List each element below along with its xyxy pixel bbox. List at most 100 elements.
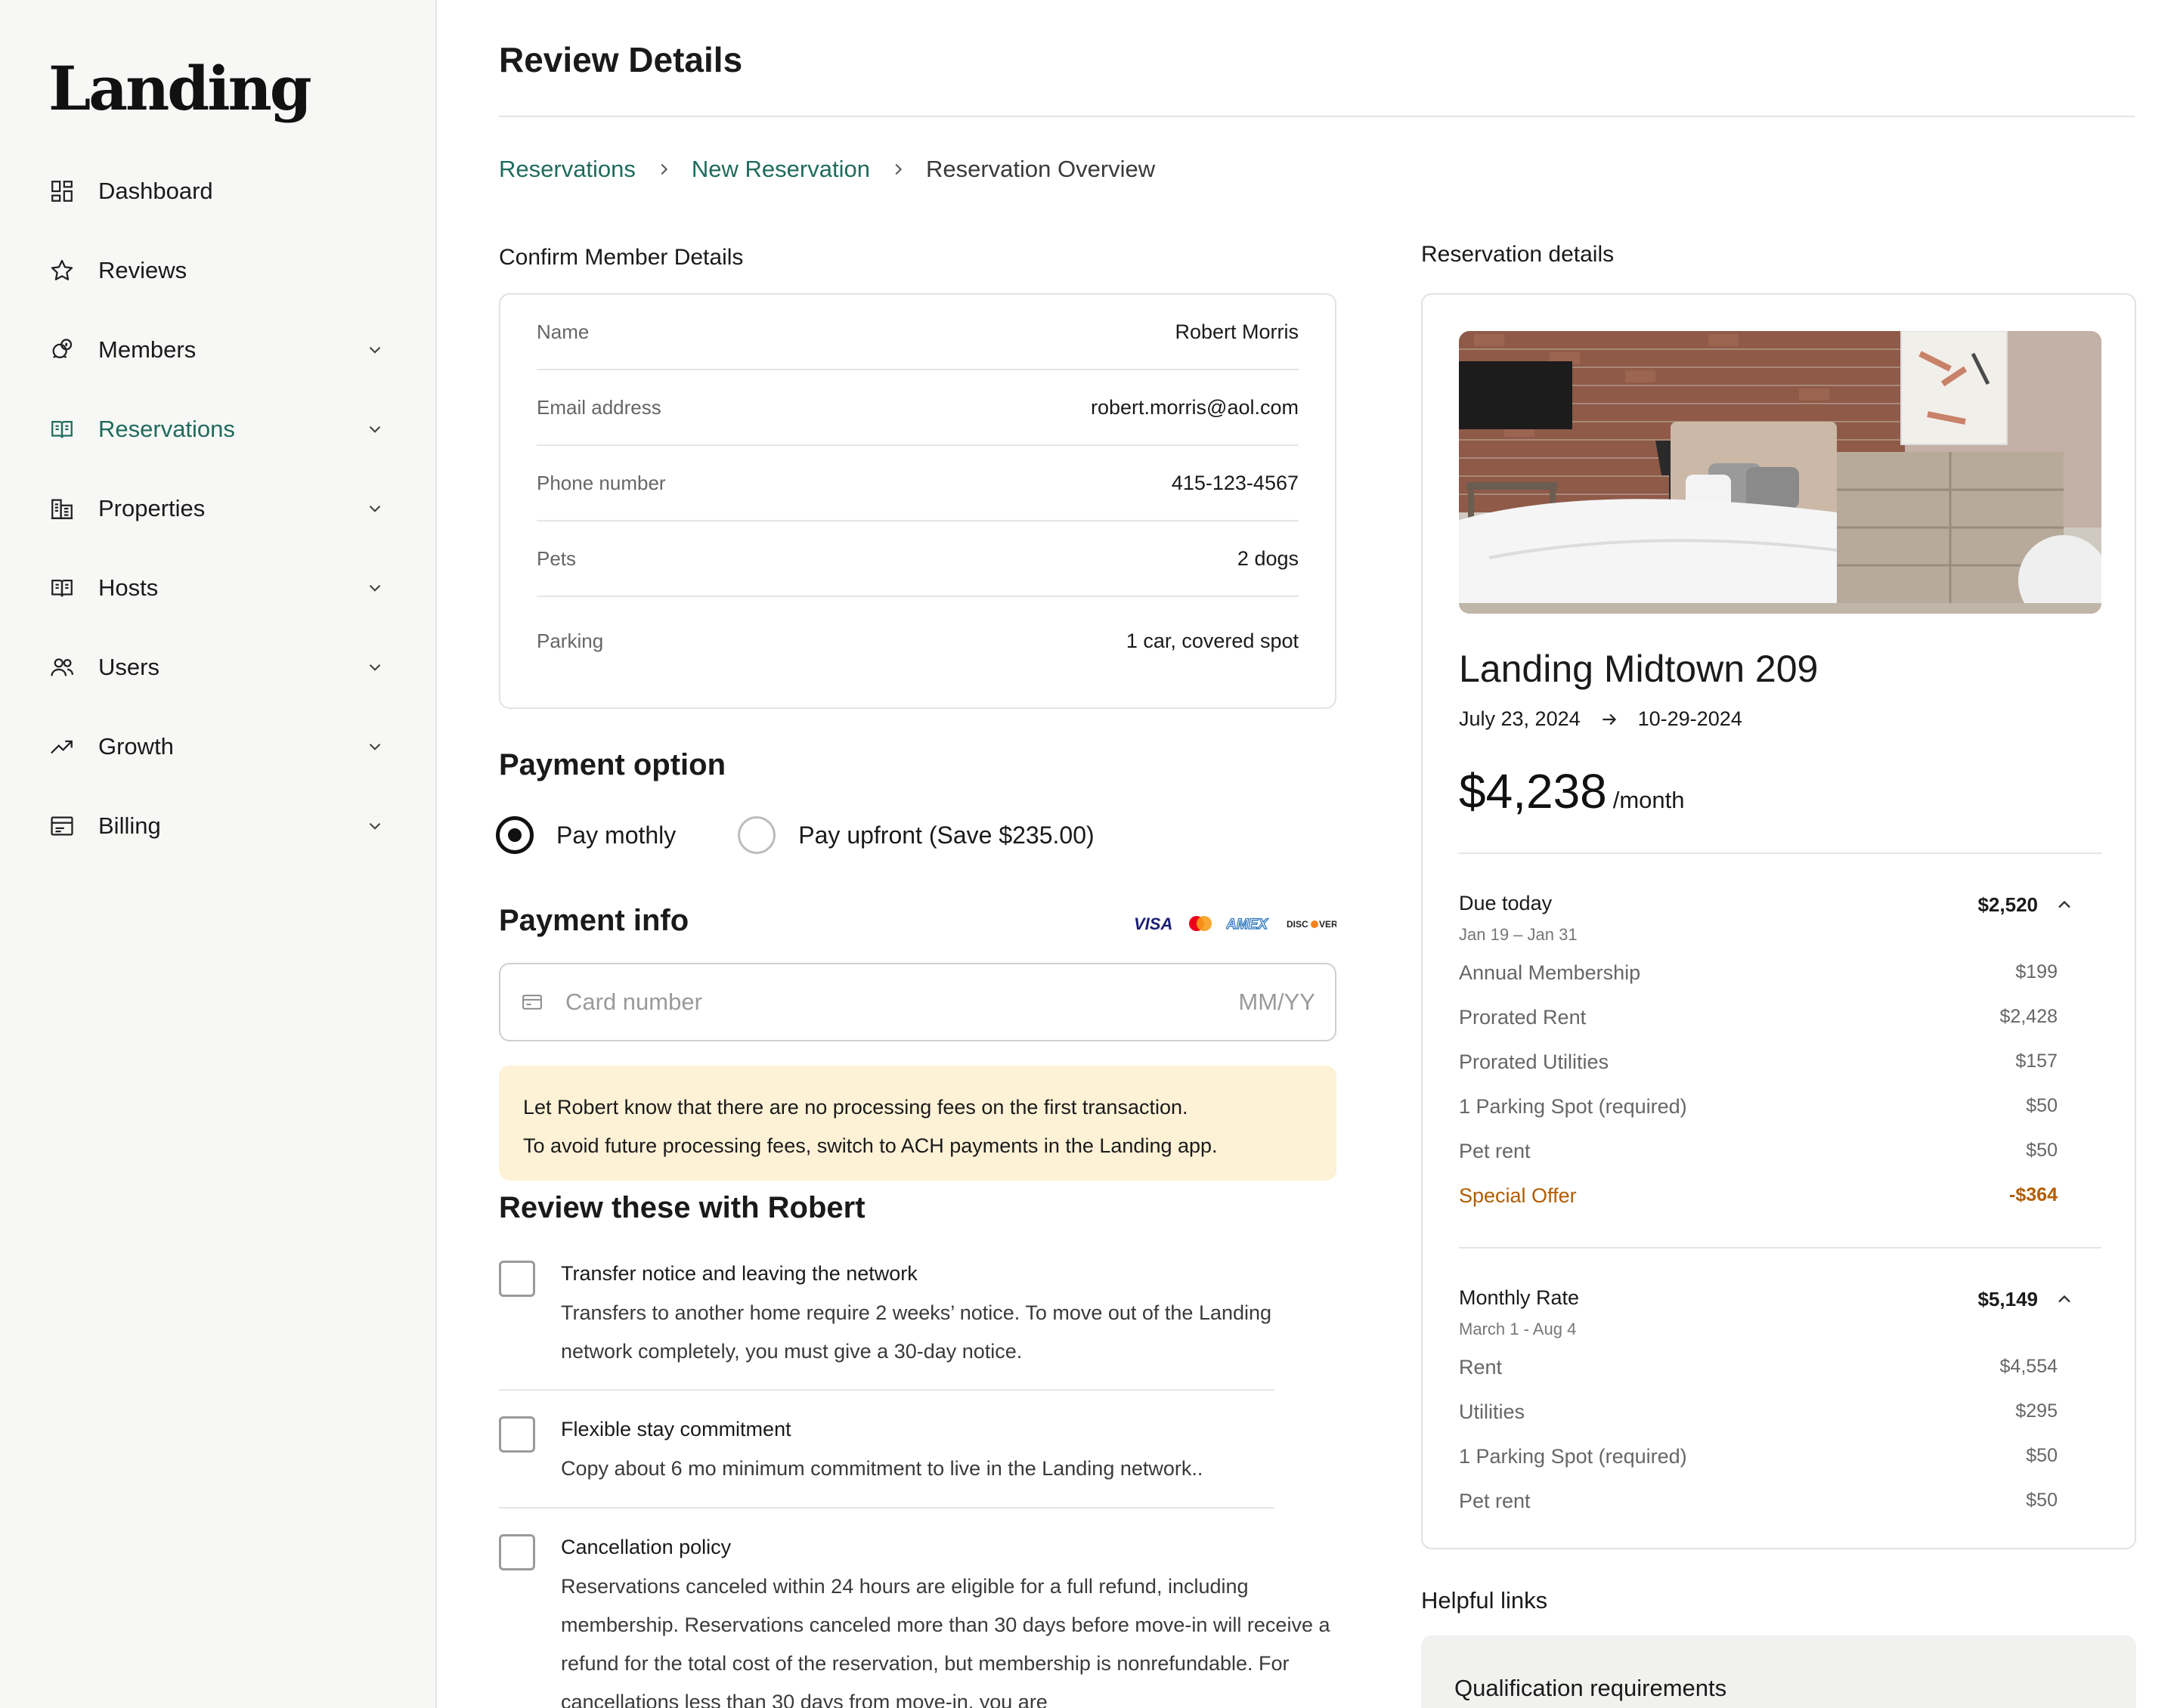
pay-upfront-radio[interactable]: Pay upfront (Save $235.00) bbox=[738, 816, 1095, 854]
review-item-desc: Reservations canceled within 24 hours ar… bbox=[561, 1575, 1330, 1708]
landing-logo[interactable]: Landing bbox=[48, 53, 312, 124]
member-value: Robert Morris bbox=[1175, 320, 1299, 343]
users-icon bbox=[48, 654, 76, 681]
svg-text:AMEX: AMEX bbox=[1226, 917, 1268, 933]
fee-amount: $199 bbox=[2015, 961, 2058, 982]
fee-label: 1 Parking Spot (required) bbox=[1459, 1445, 1687, 1468]
breadcrumb-reservations[interactable]: Reservations bbox=[499, 156, 636, 183]
amex-icon: AMEX bbox=[1226, 914, 1274, 933]
chevron-down-icon[interactable] bbox=[364, 498, 386, 519]
member-details-card: Name Robert Morris Email address robert.… bbox=[499, 293, 1336, 709]
chevron-right-icon bbox=[890, 161, 906, 178]
property-name: Landing Midtown 209 bbox=[1459, 648, 1819, 690]
trend-icon bbox=[48, 733, 76, 760]
chevron-down-icon[interactable] bbox=[364, 577, 386, 599]
radio-selected-icon[interactable] bbox=[496, 816, 534, 854]
card-brands: VISA AMEX DISC VER bbox=[1134, 914, 1336, 933]
sidebar-item-users[interactable]: Users bbox=[0, 627, 437, 707]
sidebar-item-hosts[interactable]: Hosts bbox=[0, 548, 437, 627]
fee-label: Pet rent bbox=[1459, 1490, 1531, 1512]
checkbox[interactable] bbox=[499, 1261, 535, 1297]
fee-amount: $50 bbox=[2026, 1445, 2058, 1466]
fee-line: 1 Parking Spot (required) $50 bbox=[1459, 1445, 2058, 1468]
sidebar-item-label: Users bbox=[98, 653, 159, 680]
checkbox[interactable] bbox=[499, 1416, 535, 1453]
review-item-desc: Copy about 6 mo minimum commitment to li… bbox=[561, 1457, 1203, 1480]
chevron-down-icon[interactable] bbox=[364, 815, 386, 837]
card-number-field[interactable]: MM/YY bbox=[499, 963, 1336, 1041]
breadcrumb-current: Reservation Overview bbox=[925, 156, 1156, 182]
sidebar-item-growth[interactable]: Growth bbox=[0, 707, 437, 786]
chevron-down-icon[interactable] bbox=[364, 419, 386, 440]
room-photo bbox=[1459, 331, 2101, 614]
member-row-pets: Pets 2 dogs bbox=[537, 521, 1299, 597]
card-number-input[interactable] bbox=[565, 989, 1239, 1016]
hosts-icon bbox=[48, 574, 76, 602]
fee-label: Special Offer bbox=[1459, 1184, 1577, 1207]
sidebar-item-label: Hosts bbox=[98, 574, 159, 601]
notice-line: To avoid future processing fees, switch … bbox=[523, 1134, 1218, 1157]
processing-fee-notice: Let Robert know that there are no proces… bbox=[499, 1066, 1336, 1180]
chevron-right-icon bbox=[655, 161, 672, 178]
fee-label: Utilities bbox=[1459, 1400, 1525, 1423]
billing-icon bbox=[48, 812, 76, 840]
member-section-title: Confirm Member Details bbox=[499, 245, 744, 270]
divider bbox=[499, 116, 2135, 117]
sidebar-item-reviews[interactable]: Reviews bbox=[0, 231, 437, 310]
discover-icon: DISC VER bbox=[1287, 914, 1336, 933]
link-label: Qualification requirements bbox=[1454, 1675, 1727, 1701]
fee-line: Prorated Utilities $157 bbox=[1459, 1050, 2058, 1074]
qualification-requirements-link[interactable]: Qualification requirements bbox=[1421, 1635, 2136, 1708]
divider bbox=[1459, 1247, 2101, 1249]
credit-card-icon bbox=[520, 990, 544, 1014]
member-key: Pets bbox=[537, 546, 577, 570]
star-icon bbox=[48, 257, 76, 284]
breadcrumb: Reservations New Reservation Reservation… bbox=[499, 156, 1155, 183]
sidebar-item-label: Dashboard bbox=[98, 177, 213, 204]
radio-unselected-icon[interactable] bbox=[738, 816, 776, 854]
breadcrumb-new-reservation[interactable]: New Reservation bbox=[692, 156, 870, 183]
expiry-placeholder[interactable]: MM/YY bbox=[1238, 989, 1315, 1016]
member-row-email: Email address robert.morris@aol.com bbox=[537, 370, 1299, 446]
visa-icon: VISA bbox=[1134, 914, 1175, 933]
reservations-icon bbox=[48, 416, 76, 443]
sidebar-item-label: Properties bbox=[98, 494, 206, 521]
pay-monthly-radio[interactable]: Pay mothly bbox=[496, 816, 676, 854]
helpful-links-title: Helpful links bbox=[1421, 1587, 1548, 1614]
price-unit: /month bbox=[1612, 787, 1685, 813]
chevron-up-icon[interactable] bbox=[2053, 893, 2076, 916]
review-title: Review these with Robert bbox=[499, 1191, 866, 1224]
sidebar-item-properties[interactable]: Properties bbox=[0, 469, 437, 548]
member-row-phone: Phone number 415-123-4567 bbox=[537, 446, 1299, 521]
payment-option-radio-group: Pay mothly Pay upfront (Save $235.00) bbox=[496, 816, 1157, 854]
fee-label: Prorated Utilities bbox=[1459, 1050, 1609, 1073]
sidebar-item-dashboard[interactable]: Dashboard bbox=[0, 151, 437, 231]
chevron-down-icon[interactable] bbox=[364, 339, 386, 360]
review-item-desc: Transfers to another home require 2 week… bbox=[561, 1301, 1272, 1363]
sidebar-item-label: Growth bbox=[98, 732, 174, 760]
sidebar-item-members[interactable]: Members bbox=[0, 310, 437, 389]
svg-text:VISA: VISA bbox=[1134, 914, 1172, 933]
member-value: 2 dogs bbox=[1237, 546, 1299, 570]
chevron-down-icon[interactable] bbox=[364, 736, 386, 757]
price-amount: $4,238 bbox=[1459, 764, 1607, 818]
member-key: Phone number bbox=[537, 471, 666, 494]
fee-line: Rent $4,554 bbox=[1459, 1356, 2058, 1379]
checkbox[interactable] bbox=[499, 1534, 535, 1570]
reservation-section-title: Reservation details bbox=[1421, 242, 1615, 267]
sidebar-item-billing[interactable]: Billing bbox=[0, 786, 437, 865]
member-key: Name bbox=[537, 320, 590, 343]
chevron-down-icon[interactable] bbox=[364, 657, 386, 678]
divider bbox=[1459, 852, 2101, 854]
fee-label: Prorated Rent bbox=[1459, 1006, 1587, 1029]
due-today-title: Due today bbox=[1459, 892, 1553, 914]
monthly-rate-total: $5,149 bbox=[1977, 1288, 2038, 1310]
sidebar-item-label: Reviews bbox=[98, 256, 187, 283]
fee-label: Rent bbox=[1459, 1356, 1503, 1378]
radio-label: Pay upfront (Save $235.00) bbox=[798, 821, 1095, 849]
member-row-parking: Parking 1 car, covered spot bbox=[537, 597, 1299, 685]
svg-text:DISC: DISC bbox=[1287, 919, 1308, 930]
sidebar-item-reservations[interactable]: Reservations bbox=[0, 389, 437, 469]
chevron-up-icon[interactable] bbox=[2053, 1288, 2076, 1310]
member-row-name: Name Robert Morris bbox=[537, 295, 1299, 370]
